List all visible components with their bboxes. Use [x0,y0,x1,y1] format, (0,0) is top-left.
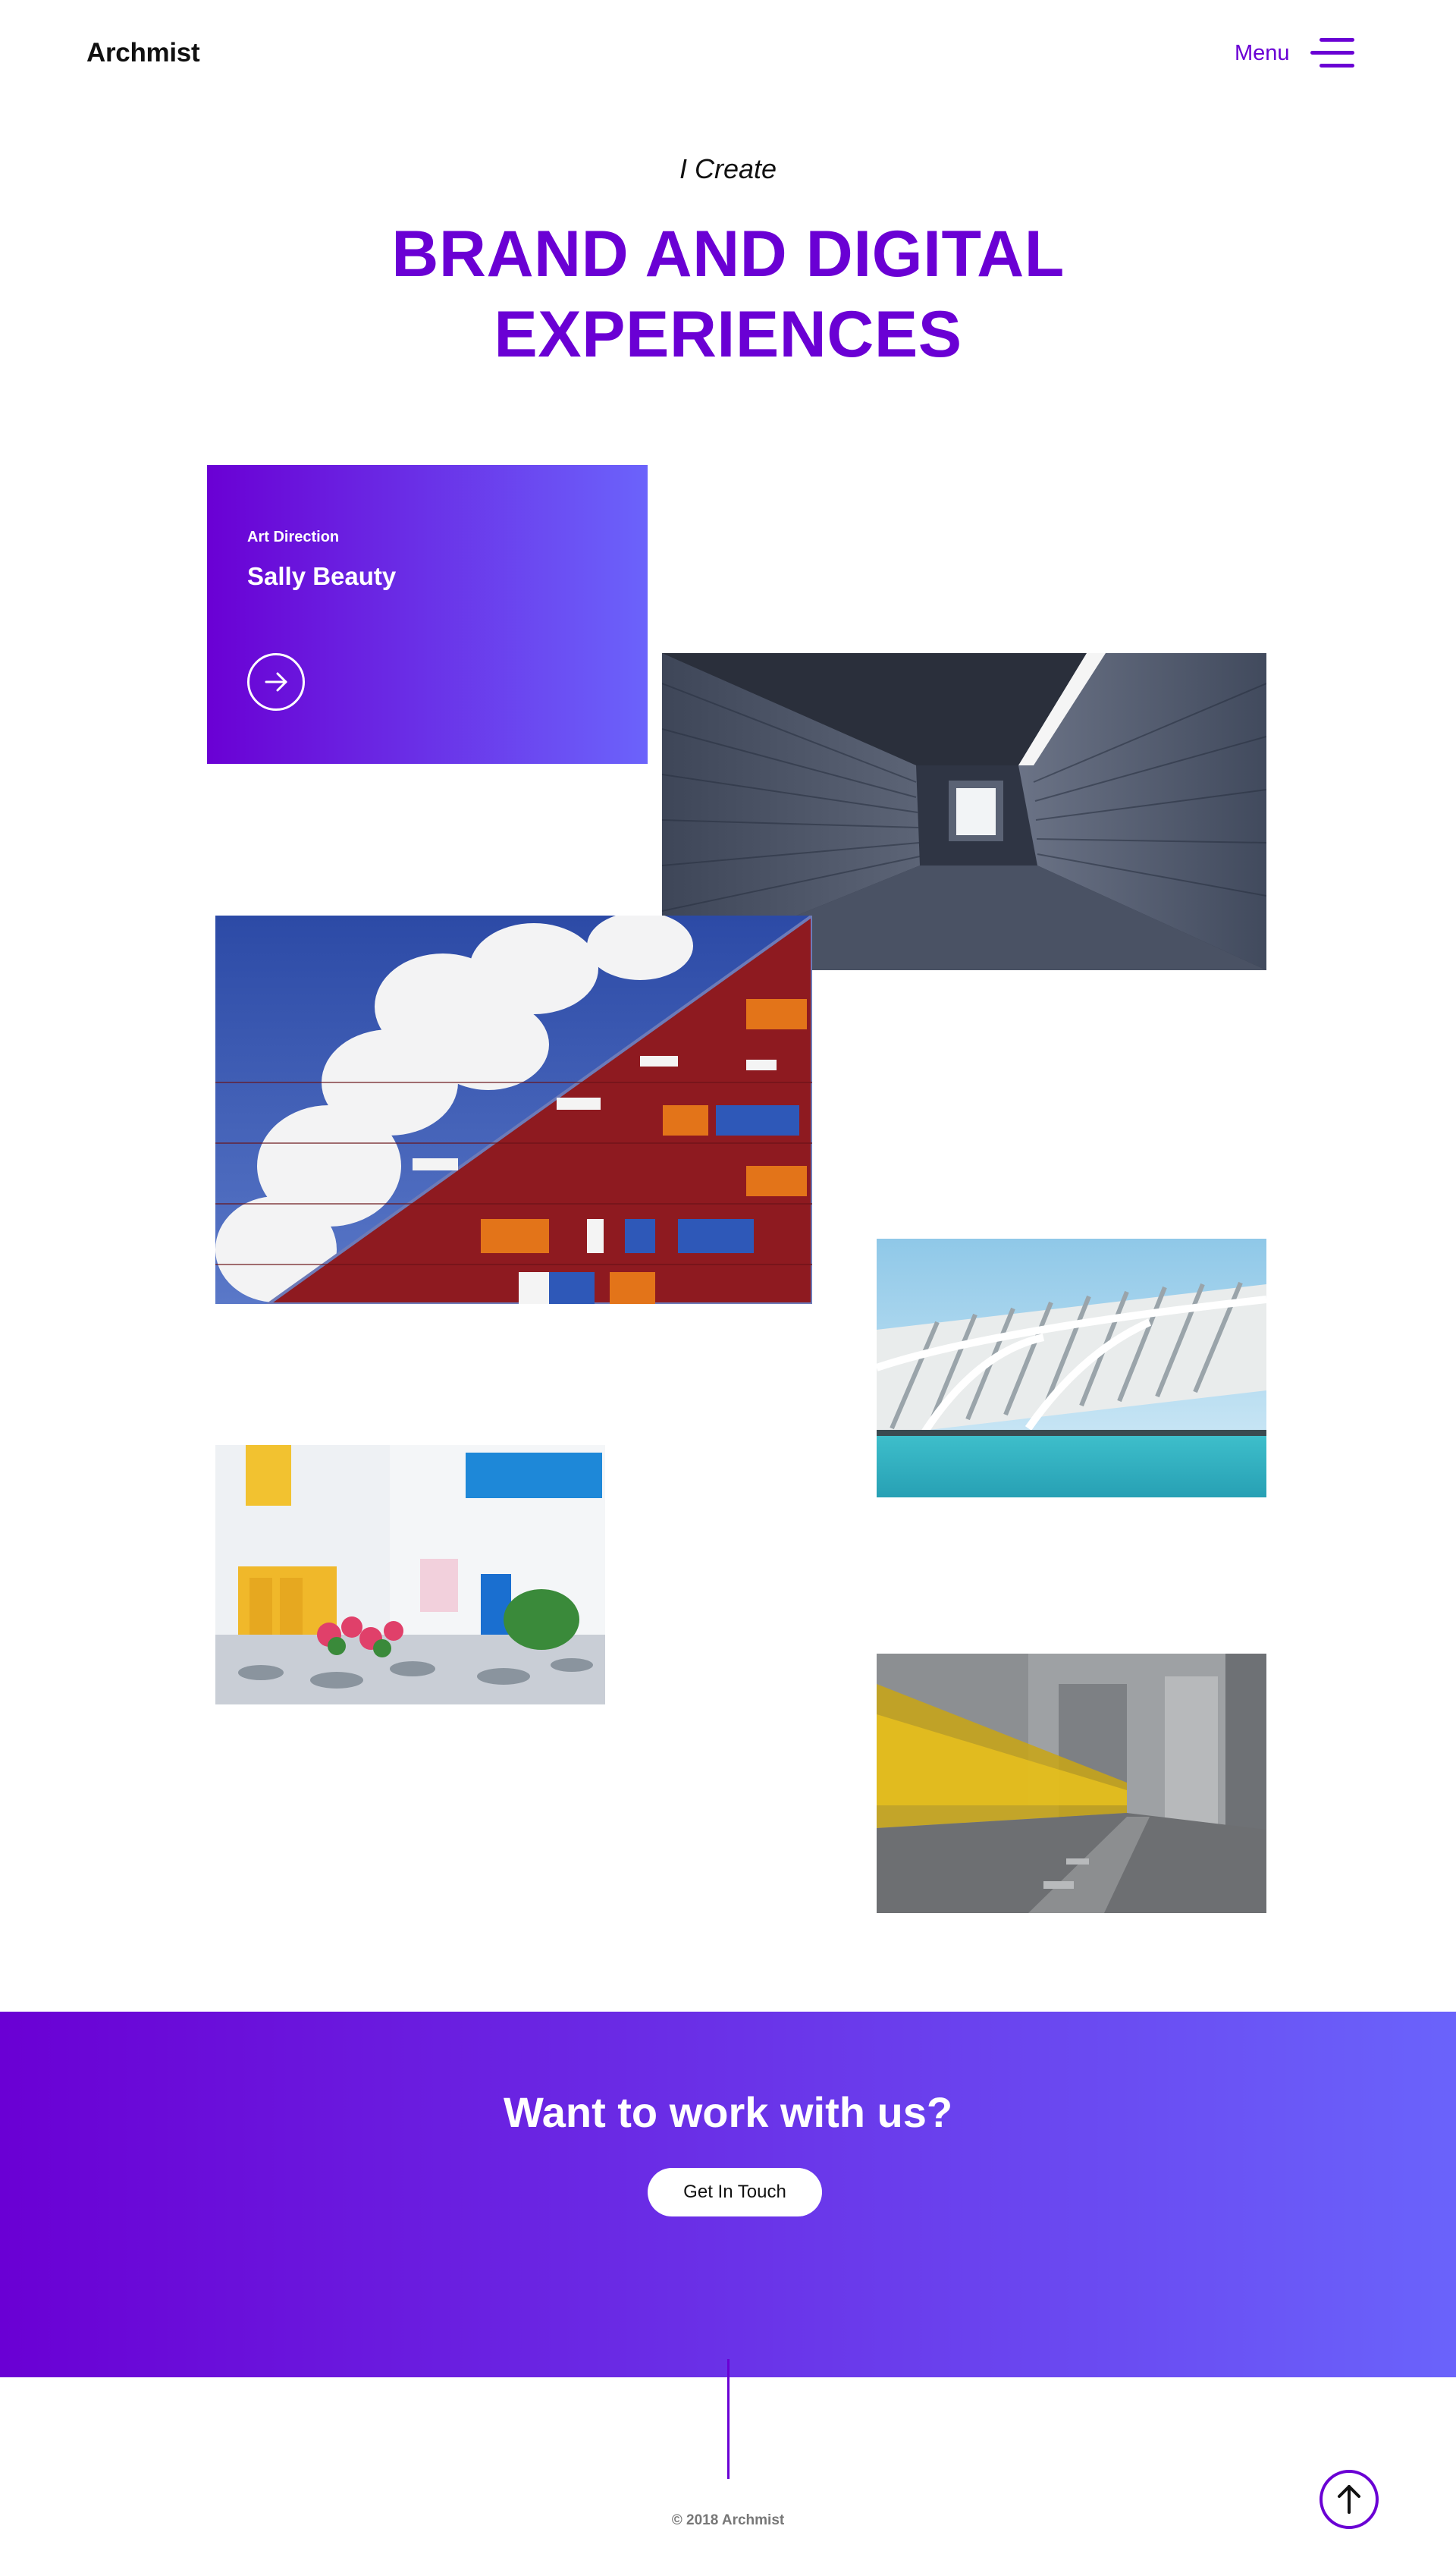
copyright: © 2018 Archmist [671,2512,785,2528]
tram-photo[interactable] [877,1654,1266,1913]
calatrava-photo[interactable] [877,1239,1266,1497]
cta-section: Want to work with us? Get In Touch [0,2012,1456,2377]
menu-label[interactable]: Menu [1235,41,1290,66]
hero-title-line-1: BRAND AND DIGITAL [391,218,1065,291]
card-category: Art Direction [247,529,340,545]
street-alley-photo[interactable] [215,1445,605,1704]
divider-line [727,2359,730,2479]
arrow-right-icon[interactable] [247,653,305,711]
logo[interactable]: Archmist [86,38,200,68]
hero-title: BRAND AND DIGITAL EXPERIENCES [0,214,1456,375]
red-building-photo[interactable] [215,916,812,1304]
card-title: Sally Beauty [247,562,397,590]
hamburger-icon[interactable] [1310,36,1354,70]
arrow-up-icon[interactable] [1320,2470,1379,2529]
hero-title-line-2: EXPERIENCES [494,298,962,371]
cta-title: Want to work with us? [503,2088,953,2136]
get-in-touch-button[interactable]: Get In Touch [648,2168,822,2216]
feature-card[interactable]: Art Direction Sally Beauty [207,465,648,764]
hero-subtitle: I Create [679,153,777,184]
